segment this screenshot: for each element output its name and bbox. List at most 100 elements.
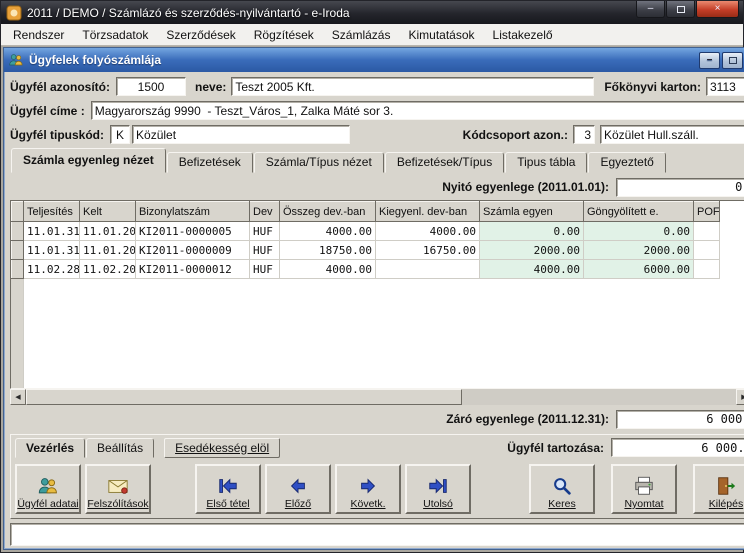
first-record-button[interactable]: Első tétel (195, 464, 261, 514)
horizontal-scrollbar[interactable]: ◀ ▶ (10, 389, 744, 405)
form-row-2: Ügyfél címe : (10, 100, 744, 121)
button-label: Követk. (350, 498, 385, 510)
menu-szamlazas[interactable]: Számlázás (323, 25, 400, 45)
last-record-icon (427, 475, 449, 497)
child-window: Ügyfelek folyószámlája – × Ügyfél azonos… (3, 47, 744, 550)
last-record-button[interactable]: Utolsó (405, 464, 471, 514)
cell: 16750.00 (376, 241, 480, 260)
col-bizonylatszam[interactable]: Bizonylatszám (136, 202, 250, 222)
table-row[interactable]: 11.01.31 11.01.20 KI2011-0000009 HUF 187… (12, 241, 720, 260)
button-label: Ügyfél adatai (17, 498, 78, 510)
accounts-grid-area: Teljesítés Kelt Bizonylatszám Dev Összeg… (10, 200, 744, 405)
window-title: 2011 / DEMO / Számlázó és szerződés-nyil… (27, 6, 636, 20)
tab-beallitas[interactable]: Beállítás (86, 438, 154, 458)
cell: 11.01.20 (80, 241, 136, 260)
client-name-label: neve: (195, 80, 226, 94)
col-szamla-egyen[interactable]: Számla egyen (480, 202, 584, 222)
type-code-label: Ügyfél tipuskód: (10, 128, 104, 142)
child-minimize-button[interactable]: – (699, 52, 720, 69)
next-record-button[interactable]: Követk. (335, 464, 401, 514)
menu-torzsadatok[interactable]: Törzsadatok (73, 25, 157, 45)
child-title-bar: Ügyfelek folyószámlája – × (4, 48, 744, 72)
minimize-icon: – (648, 4, 654, 14)
tab-befizetesek[interactable]: Befizetések (167, 152, 253, 173)
child-maximize-button[interactable] (722, 52, 743, 69)
menu-rogzitesek[interactable]: Rögzítések (245, 25, 323, 45)
cell: 11.01.20 (80, 222, 136, 241)
clients-icon (37, 475, 59, 497)
tab-szamla-tipus-nezet[interactable]: Számla/Típus nézet (254, 152, 384, 173)
exit-button[interactable]: Kilépés (693, 464, 744, 514)
scroll-left-button[interactable]: ◀ (10, 389, 26, 405)
client-data-button[interactable]: Ügyfél adatai (15, 464, 81, 514)
col-pof[interactable]: POF (694, 202, 720, 222)
code-group-field[interactable] (573, 125, 595, 144)
previous-record-button[interactable]: Előző (265, 464, 331, 514)
button-label: Nyomtat (624, 498, 663, 510)
minimize-button[interactable]: – (636, 1, 665, 18)
search-button[interactable]: Keres (529, 464, 595, 514)
closing-balance-row: Záró egyenlege (2011.12.31): (10, 408, 744, 430)
col-kelt[interactable]: Kelt (80, 202, 136, 222)
ledger-card-field[interactable] (706, 77, 744, 96)
address-label: Ügyfél címe : (10, 104, 85, 118)
tab-vezerles[interactable]: Vezérlés (15, 438, 85, 458)
tab-egyezteto[interactable]: Egyeztető (588, 152, 665, 173)
menu-kimutatasok[interactable]: Kimutatások (399, 25, 483, 45)
print-icon (633, 475, 655, 497)
child-maximize-icon (729, 57, 737, 64)
menu-listakezelo[interactable]: Listakezelő (484, 25, 562, 45)
control-panel-top: Vezérlés Beállítás Esedékesség elöl Ügyf… (15, 436, 744, 459)
code-group-name-field[interactable] (600, 125, 744, 144)
type-name-field[interactable] (132, 125, 350, 144)
cell: 4000.00 (280, 222, 376, 241)
menu-szerzodesek[interactable]: Szerződések (157, 25, 244, 45)
status-bar (10, 523, 744, 546)
cell: 18750.00 (280, 241, 376, 260)
cell (694, 241, 720, 260)
client-name-field[interactable] (231, 77, 594, 96)
tab-szamla-egyenleg-nezet[interactable]: Számla egyenleg nézet (11, 148, 166, 173)
col-teljesites[interactable]: Teljesítés (24, 202, 80, 222)
col-osszeg[interactable]: Összeg dev.-ban (280, 202, 376, 222)
table-row[interactable]: 11.01.31 11.01.20 KI2011-0000005 HUF 400… (12, 222, 720, 241)
col-dev[interactable]: Dev (250, 202, 280, 222)
menu-rendszer[interactable]: Rendszer (4, 25, 73, 45)
app-icon (6, 5, 22, 21)
cell: 4000.00 (376, 222, 480, 241)
button-label: Felszólítások (87, 498, 148, 510)
tab-tipus-tabla[interactable]: Tipus tábla (505, 152, 587, 173)
mdi-area: Ügyfelek folyószámlája – × Ügyfél azonos… (1, 46, 743, 552)
button-row: Ügyfél adatai Felszólítások (15, 464, 744, 514)
cell: 11.01.31 (24, 222, 80, 241)
grid-header-row: Teljesítés Kelt Bizonylatszám Dev Összeg… (12, 202, 720, 222)
close-button[interactable]: × (696, 1, 739, 18)
row-selector (12, 222, 24, 241)
table-row[interactable]: 11.02.28 11.02.20 KI2011-0000012 HUF 400… (12, 260, 720, 279)
maximize-icon (677, 6, 685, 13)
client-id-field[interactable] (116, 77, 186, 96)
debt-field (611, 438, 744, 457)
accounts-grid[interactable]: Teljesítés Kelt Bizonylatszám Dev Összeg… (10, 200, 744, 389)
col-kiegyenl[interactable]: Kiegyenl. dev-ban (376, 202, 480, 222)
ledger-card-label: Főkönyvi karton: (604, 80, 701, 94)
scroll-left-icon: ◀ (15, 394, 20, 401)
maximize-button[interactable] (666, 1, 695, 18)
horizontal-scroll-thumb[interactable] (26, 389, 462, 405)
row-selector (12, 260, 24, 279)
button-label: Első tétel (206, 498, 249, 510)
scroll-right-button[interactable]: ▶ (736, 389, 744, 405)
exit-icon (715, 475, 737, 497)
cell: KI2011-0000005 (136, 222, 250, 241)
app-window: 2011 / DEMO / Számlázó és szerződés-nyil… (0, 0, 744, 553)
cell (694, 260, 720, 279)
tab-esedekesseg-elol[interactable]: Esedékesség elöl (164, 438, 280, 458)
tab-befizetesek-tipus[interactable]: Befizetések/Típus (385, 152, 504, 173)
opening-balance-row: Nyitó egyenlege (2011.01.01): (10, 176, 744, 198)
address-field[interactable] (91, 101, 744, 120)
print-button[interactable]: Nyomtat (611, 464, 677, 514)
col-gongyolitett[interactable]: Göngyölített e. (584, 202, 694, 222)
type-code-field[interactable] (110, 125, 130, 144)
reminders-button[interactable]: Felszólítások (85, 464, 151, 514)
menu-bar: Rendszer Törzsadatok Szerződések Rögzíté… (1, 24, 743, 46)
